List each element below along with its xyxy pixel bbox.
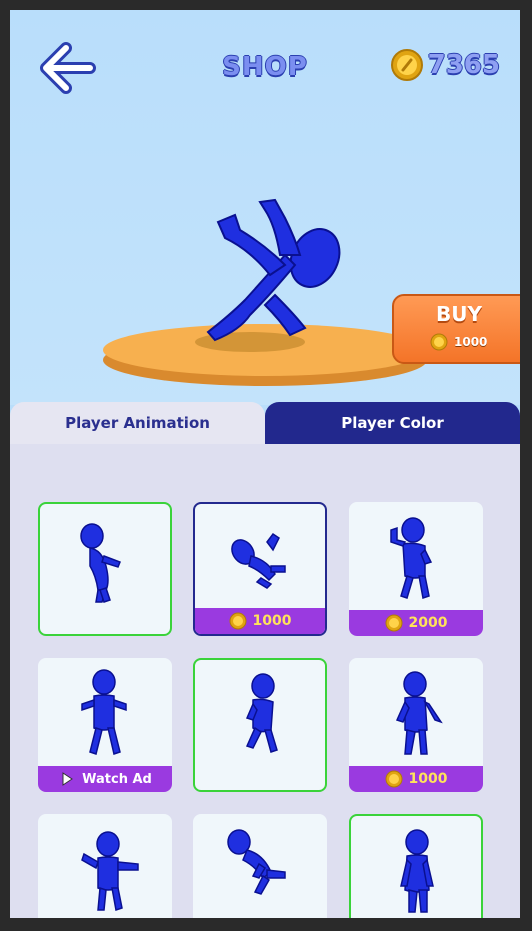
coin-count: 7365	[427, 50, 500, 80]
price-value: 1000	[408, 771, 448, 787]
preview-area: SHOP 7365 BUY 1000	[10, 10, 520, 405]
figure-dance-icon	[81, 831, 139, 911]
price-bar: 1000	[349, 766, 483, 792]
tab-player-animation[interactable]: Player Animation	[10, 402, 265, 444]
animation-card[interactable]	[349, 814, 483, 918]
buy-button[interactable]: BUY 1000	[392, 294, 520, 364]
animation-card[interactable]: 1000	[349, 658, 483, 792]
coin-icon	[385, 770, 403, 788]
coin-icon	[229, 612, 247, 630]
price-bar: 1000	[195, 608, 325, 634]
watch-ad-label: Watch Ad	[82, 771, 152, 787]
buy-price: 1000	[430, 333, 487, 351]
animation-card[interactable]	[38, 814, 172, 918]
shop-screen: SHOP 7365 BUY 1000 Player Animation Play…	[10, 10, 520, 918]
coin-icon	[390, 49, 423, 81]
coin-icon	[385, 614, 403, 632]
play-icon	[62, 772, 74, 786]
price-value: 1000	[252, 613, 292, 629]
price-bar: 2000	[349, 610, 483, 636]
coin-balance: 7365	[390, 48, 500, 82]
animation-card[interactable]: 2000	[349, 502, 483, 636]
preview-figure	[206, 198, 341, 342]
animation-grid: 1000 2000 Watch Ad 1000	[10, 444, 520, 918]
tab-bar: Player Animation Player Color	[10, 402, 520, 444]
tab-player-color[interactable]: Player Color	[265, 402, 520, 444]
price-value: 2000	[408, 615, 448, 631]
animation-card[interactable]: 1000	[193, 502, 327, 636]
buy-price-value: 1000	[454, 335, 488, 349]
animation-card[interactable]	[193, 658, 327, 792]
animation-card[interactable]: Watch Ad	[38, 658, 172, 792]
animation-card[interactable]	[193, 814, 327, 918]
figure-stand-icon	[400, 829, 434, 913]
price-bar: Watch Ad	[38, 766, 172, 792]
figure-run-icon	[245, 673, 278, 753]
buy-label: BUY	[436, 302, 482, 326]
figure-crouch-icon	[227, 829, 286, 895]
figure-idle-icon	[80, 523, 121, 603]
coin-icon	[430, 333, 448, 351]
animation-card[interactable]	[38, 502, 172, 636]
